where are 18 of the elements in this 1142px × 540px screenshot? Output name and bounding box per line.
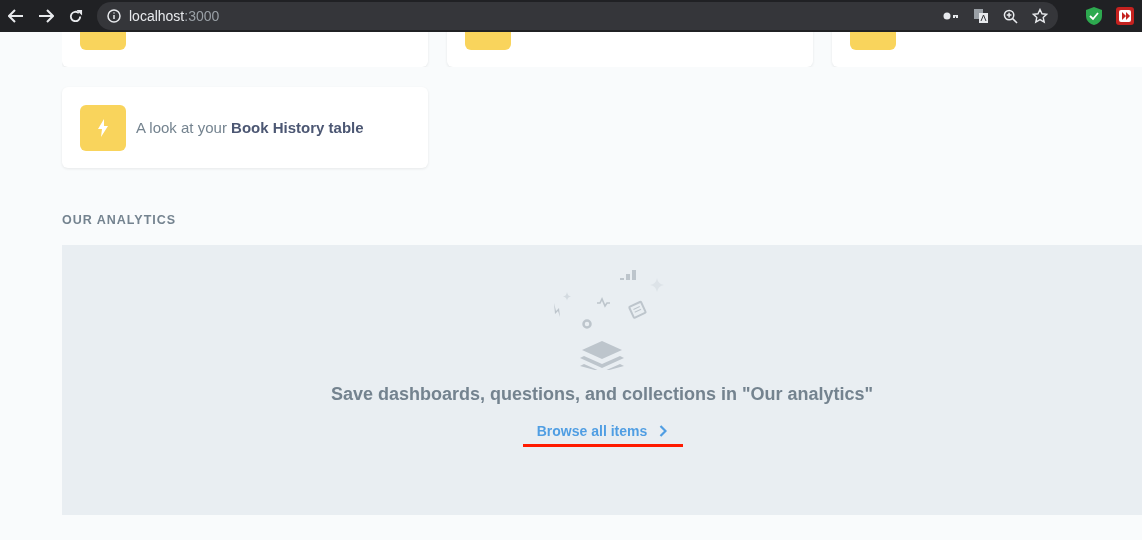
empty-state-message: Save dashboards, questions, and collections in "Our analytics" (330, 384, 874, 405)
section-title: OUR ANALYTICS (62, 213, 178, 227)
translate-icon[interactable] (973, 8, 989, 24)
lightning-icon (98, 118, 108, 137)
card-text: A look at your Book History table (136, 119, 364, 136)
shield-icon[interactable] (1086, 7, 1102, 25)
extension-icon[interactable] (1116, 7, 1134, 25)
star-icon[interactable] (1032, 8, 1048, 24)
reload-icon[interactable] (68, 8, 83, 24)
key-icon[interactable] (943, 11, 959, 21)
card[interactable]: A look at your Book History table (62, 87, 428, 168)
info-icon[interactable] (107, 9, 121, 23)
address-bar[interactable]: localhost:3000 (97, 2, 1058, 30)
url-text: localhost:3000 (129, 8, 220, 24)
forward-icon[interactable] (38, 9, 54, 23)
zoom-icon[interactable] (1003, 8, 1018, 24)
chevron-icon (659, 425, 668, 437)
back-icon[interactable] (8, 9, 24, 23)
